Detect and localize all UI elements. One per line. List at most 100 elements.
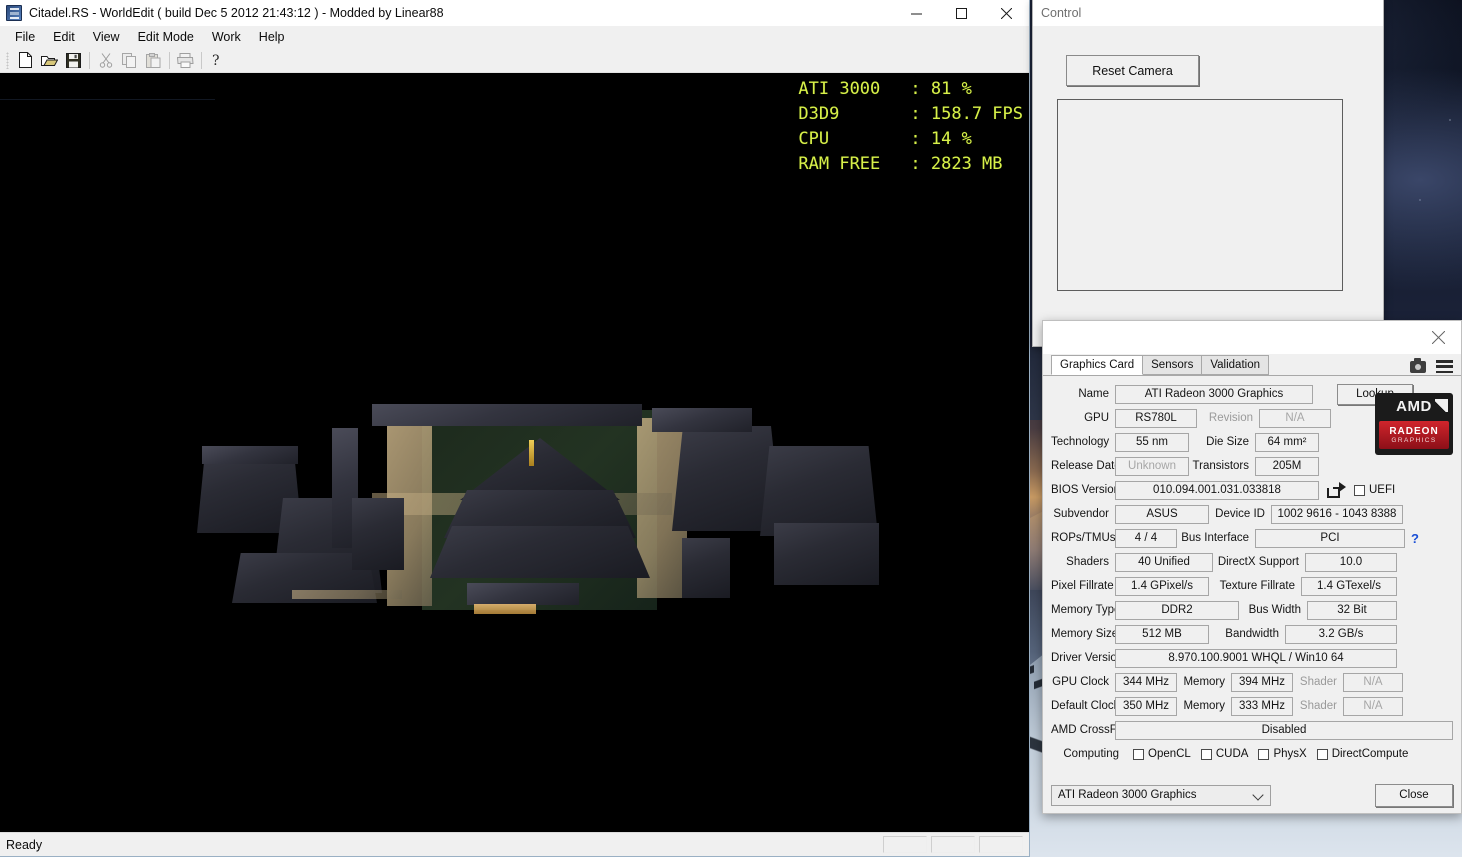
roof-finial: [529, 440, 534, 466]
hud-value-cpu: 14 %: [930, 129, 972, 149]
bus-interface-help-icon[interactable]: ?: [1411, 531, 1419, 546]
value-gpu: RS780L: [1115, 408, 1197, 428]
value-driver-version: 8.970.100.9001 WHQL / Win10 64: [1115, 648, 1397, 668]
label-bios-version: BIOS Version: [1051, 484, 1121, 496]
performance-hud: ATI 3000: 81 % D3D9: 158.7 FPS CPU: 14 %…: [798, 77, 1023, 177]
label-texture-fillrate: Texture Fillrate: [1219, 580, 1295, 592]
cut-icon[interactable]: [94, 49, 117, 71]
card-select-value: ATI Radeon 3000 Graphics: [1058, 789, 1197, 801]
opencl-checkbox[interactable]: [1133, 748, 1144, 760]
maximize-icon[interactable]: [939, 0, 984, 26]
label-pixel-fillrate: Pixel Fillrate: [1051, 580, 1114, 592]
menu-help[interactable]: Help: [250, 28, 294, 46]
value-default-memory-clock: 333 MHz: [1231, 696, 1293, 716]
worldedit-menubar: File Edit View Edit Mode Work Help: [0, 26, 1029, 48]
value-memory-type: DDR2: [1115, 600, 1239, 620]
value-memory-size: 512 MB: [1115, 624, 1209, 644]
value-rops-tmus: 4 / 4: [1115, 528, 1177, 548]
gpuz-titlebar[interactable]: [1043, 321, 1461, 354]
row-memory-size: Memory Size 512 MB Bandwidth 3.2 GB/s: [1051, 622, 1453, 646]
gpuz-close-icon[interactable]: [1415, 321, 1461, 354]
physx-checkbox[interactable]: [1258, 748, 1270, 760]
label-name: Name: [1078, 388, 1109, 400]
new-icon[interactable]: [14, 49, 37, 71]
menu-work[interactable]: Work: [203, 28, 250, 46]
tab-sensors[interactable]: Sensors: [1142, 355, 1203, 375]
row-pixel-fillrate: Pixel Fillrate 1.4 GPixel/s Texture Fill…: [1051, 574, 1453, 598]
viewport-guide-line: [0, 99, 215, 100]
label-driver-version: Driver Version: [1051, 652, 1124, 664]
reset-camera-button[interactable]: Reset Camera: [1066, 55, 1199, 86]
uefi-checkbox[interactable]: [1354, 484, 1365, 496]
value-bus-width: 32 Bit: [1307, 600, 1397, 620]
copy-icon[interactable]: [118, 49, 141, 71]
tab-validation[interactable]: Validation: [1201, 355, 1269, 375]
row-shaders: Shaders 40 Unified DirectX Support 10.0: [1051, 550, 1453, 574]
row-computing: Computing OpenCL CUDA PhysX DirectComput…: [1051, 742, 1453, 766]
window-controls: [894, 0, 1029, 26]
menu-view[interactable]: View: [84, 28, 129, 46]
label-directcompute: DirectCompute: [1331, 748, 1409, 760]
graphics-text: GRAPHICS: [1391, 437, 1437, 444]
paste-icon[interactable]: [142, 49, 165, 71]
gpuz-tabbar: Graphics Card Sensors Validation: [1043, 354, 1461, 376]
toolbar-separator: [169, 51, 170, 69]
card-select-dropdown[interactable]: ATI Radeon 3000 Graphics: [1051, 784, 1271, 806]
status-pane: [883, 836, 927, 853]
value-name: ATI Radeon 3000 Graphics: [1115, 384, 1313, 404]
menu-edit-mode[interactable]: Edit Mode: [129, 28, 203, 46]
radeon-badge: RADEON GRAPHICS: [1379, 421, 1449, 449]
control-titlebar[interactable]: Control: [1033, 0, 1383, 26]
label-cuda: CUDA: [1215, 748, 1249, 760]
label-default-memory-clock: Memory: [1183, 700, 1225, 712]
worldedit-3d-viewport[interactable]: ATI 3000: 81 % D3D9: 158.7 FPS CPU: 14 %…: [0, 73, 1029, 832]
value-subvendor: ASUS: [1115, 504, 1209, 524]
bios-share-icon[interactable]: [1327, 482, 1346, 498]
tab-graphics-card[interactable]: Graphics Card: [1051, 355, 1144, 375]
gpuz-footer: ATI Radeon 3000 Graphics Close: [1043, 777, 1461, 813]
label-revision: Revision: [1208, 412, 1253, 424]
control-title: Control: [1041, 6, 1082, 20]
hamburger-menu-icon[interactable]: [1436, 360, 1453, 373]
save-icon[interactable]: [62, 49, 85, 71]
print-icon[interactable]: [174, 49, 197, 71]
row-driver-version: Driver Version 8.970.100.9001 WHQL / Win…: [1051, 646, 1453, 670]
svg-text:?: ?: [212, 53, 220, 68]
label-memory-type: Memory Type: [1051, 604, 1121, 616]
label-release-date: Release Date: [1051, 460, 1121, 472]
row-default-clock: Default Clock 350 MHz Memory 333 MHz Sha…: [1051, 694, 1453, 718]
label-rops-tmus: ROPs/TMUs: [1051, 532, 1116, 544]
hud-value-ram: 2823 MB: [930, 154, 1003, 174]
label-gpu: GPU: [1084, 412, 1109, 424]
toolbar-grip[interactable]: [6, 51, 9, 69]
radeon-text: RADEON: [1389, 426, 1439, 437]
row-bios-version: BIOS Version 010.094.001.031.033818 UEFI: [1051, 478, 1453, 502]
worldedit-statusbar: Ready: [0, 832, 1029, 856]
screenshot-camera-icon[interactable]: [1410, 357, 1426, 373]
value-directx-support: 10.0: [1305, 552, 1397, 572]
label-gpu-memory-clock: Memory: [1183, 676, 1225, 688]
hud-key-gpu: ATI 3000: [798, 79, 881, 99]
gpuz-close-button[interactable]: Close: [1375, 783, 1453, 807]
worldedit-titlebar[interactable]: Citadel.RS - WorldEdit ( build Dec 5 201…: [0, 0, 1029, 26]
label-transistors: Transistors: [1192, 460, 1249, 472]
menu-edit[interactable]: Edit: [44, 28, 84, 46]
control-output-box[interactable]: [1057, 99, 1343, 291]
minimize-icon[interactable]: [894, 0, 939, 26]
close-icon[interactable]: [984, 0, 1029, 26]
menu-file[interactable]: File: [6, 28, 44, 46]
amd-wordmark: AMD: [1375, 393, 1453, 420]
open-icon[interactable]: [38, 49, 61, 71]
directcompute-checkbox[interactable]: [1316, 748, 1328, 760]
help-icon[interactable]: ?: [206, 49, 229, 71]
label-gpu-shader-clock: Shader: [1299, 676, 1337, 688]
cuda-checkbox[interactable]: [1200, 748, 1212, 760]
value-bios-version: 010.094.001.031.033818: [1115, 480, 1319, 500]
row-gpu-clock: GPU Clock 344 MHz Memory 394 MHz Shader …: [1051, 670, 1453, 694]
hud-row: ATI 3000: 81 %: [798, 79, 971, 99]
citadel-3d-model: [182, 398, 882, 628]
status-panes: [883, 836, 1029, 853]
status-pane: [979, 836, 1023, 853]
label-gpu-clock: GPU Clock: [1052, 676, 1109, 688]
value-crossfire: Disabled: [1115, 720, 1453, 740]
